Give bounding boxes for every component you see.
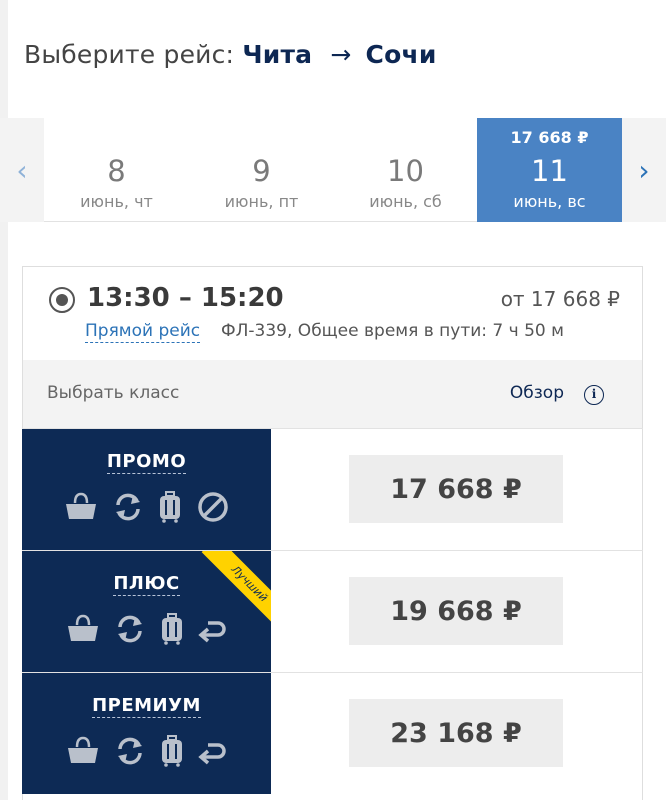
fare-price-area: 23 168 ₽ — [271, 673, 643, 794]
flight-info: ФЛ-339, Общее время в пути: 7 ч 50 м — [221, 321, 564, 341]
origin-city: Чита — [242, 40, 313, 69]
fare-info-panel: ПЛЮС Лучший — [22, 551, 271, 672]
no-refund-icon — [197, 492, 228, 522]
flight-card: 13:30 – 15:20 от 17 668 ₽ Прямой рейс ФЛ… — [22, 266, 643, 800]
fare-name[interactable]: ПРЕМИУМ — [22, 695, 271, 718]
fare-info-panel: ПРЕМИУМ — [22, 673, 271, 794]
direct-flight-link[interactable]: Прямой рейс — [85, 321, 201, 343]
date-weekday: июнь, сб — [369, 192, 442, 211]
handbag-icon — [65, 492, 96, 519]
from-price: от 17 668 ₽ — [500, 287, 620, 311]
luggage-icon — [159, 491, 180, 523]
handbag-icon — [67, 614, 98, 641]
fare-info-panel: ПРОМО — [22, 429, 271, 550]
fare-price-button[interactable]: 19 668 ₽ — [349, 577, 563, 645]
fare-row-plus: ПЛЮС Лучший 19 668 ₽ — [22, 550, 643, 672]
fare-row-premium: ПРЕМИУМ 23 168 ₽ — [22, 672, 643, 794]
date-cell-11-selected[interactable]: 17 668 ₽ 11 июнь, вс — [477, 118, 622, 222]
title-prefix: Выберите рейс: — [24, 40, 235, 69]
info-icon[interactable]: i — [584, 385, 604, 405]
class-label: Выбрать класс — [47, 383, 180, 403]
exchange-icon — [115, 493, 140, 521]
fare-row-promo: ПРОМО 17 668 ₽ — [22, 428, 643, 550]
fare-price-button[interactable]: 23 168 ₽ — [349, 699, 563, 767]
chevron-right-icon[interactable]: › — [622, 118, 666, 222]
luggage-icon — [161, 613, 182, 645]
fare-name[interactable]: ПРОМО — [22, 451, 271, 474]
best-badge-label: Лучший — [201, 551, 271, 631]
fare-price-button[interactable]: 17 668 ₽ — [349, 455, 563, 523]
page-title: Выберите рейс: Чита → Сочи — [24, 40, 437, 69]
best-badge: Лучший — [191, 551, 271, 631]
date-weekday: июнь, чт — [80, 192, 153, 211]
arrow-right-icon: → — [330, 40, 352, 69]
overview-link[interactable]: Обзор — [510, 383, 564, 403]
date-cell-9[interactable]: 9 июнь, пт — [189, 118, 334, 222]
date-weekday: июнь, пт — [224, 192, 299, 211]
fare-price-area: 19 668 ₽ — [271, 551, 643, 672]
date-weekday: июнь, вс — [513, 192, 586, 211]
date-strip: ‹ 8 июнь, чт 9 июнь, пт 10 июнь, сб 17 6… — [0, 118, 666, 222]
flight-radio[interactable] — [49, 287, 75, 313]
destination-city: Сочи — [365, 40, 437, 69]
date-day: 9 — [252, 154, 271, 188]
exchange-icon — [117, 737, 142, 765]
handbag-icon — [67, 736, 98, 763]
date-day: 8 — [107, 154, 126, 188]
date-cell-10[interactable]: 10 июнь, сб — [333, 118, 478, 222]
date-day: 11 — [531, 154, 568, 188]
date-price: 17 668 ₽ — [510, 128, 589, 147]
date-day: 10 — [387, 154, 424, 188]
luggage-icon — [161, 735, 182, 767]
exchange-icon — [117, 615, 142, 643]
flight-time: 13:30 – 15:20 — [87, 283, 284, 313]
class-selector-bar: Выбрать класс Обзор i — [23, 360, 642, 428]
date-cell-8[interactable]: 8 июнь, чт — [44, 118, 189, 222]
chevron-left-icon[interactable]: ‹ — [0, 118, 44, 222]
fare-price-area: 17 668 ₽ — [271, 429, 643, 550]
refund-icon — [197, 743, 226, 765]
